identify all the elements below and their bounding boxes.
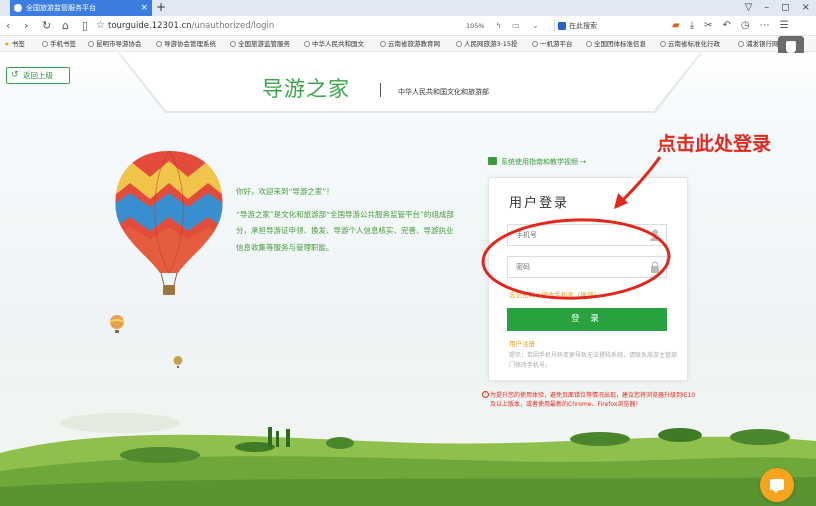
return-arrow-icon: ↺ (11, 70, 19, 80)
zoom-level[interactable]: 105% (466, 18, 485, 34)
forgot-password-link[interactable]: 忘记密码 | 修改手机号（换领） (509, 289, 600, 299)
welcome-text: 你好，欢迎来到“导游之家”！ “导游之家”是文化和旅游部“全国导游公共服务监管平… (236, 184, 460, 256)
login-card: 用户登录 忘记密码 | 修改手机号（换领） 登 录 用户注册 提示：若因手机号码… (488, 177, 688, 381)
shield-icon (786, 41, 796, 53)
bookmark-item[interactable]: 中华人民共和国文 (304, 37, 364, 51)
bookmark-item[interactable]: 昆明市导游协会 (88, 37, 142, 51)
site-title: 导游之家 (262, 77, 350, 101)
phone-icon (42, 41, 48, 47)
bookmark-item[interactable]: 一机游平台 (532, 37, 573, 51)
globe-icon (156, 41, 162, 47)
forward-icon[interactable]: › (24, 18, 28, 34)
tab-close-icon[interactable]: × (140, 0, 148, 16)
reader-icon[interactable]: ▯ (82, 18, 88, 34)
password-input[interactable] (516, 263, 646, 271)
minimize-button[interactable]: – (764, 0, 769, 16)
back-button[interactable]: ↺ 返回上级 (6, 67, 70, 84)
scissors-icon[interactable]: ✂ (704, 18, 712, 34)
home-icon[interactable]: ⌂ (62, 18, 69, 34)
browser-search-box[interactable]: 在此搜索 (554, 19, 658, 33)
phone-field[interactable] (507, 224, 667, 246)
user-icon (650, 229, 660, 241)
register-link[interactable]: 用户注册 (509, 338, 535, 348)
chat-icon (770, 479, 784, 493)
page-content: ↺ 返回上级 导游之家 中华人民共和国文化和旅游部 你好，欢迎来到“导游之家”！… (0, 53, 816, 506)
annotation-callout: 点击此处登录 (657, 133, 772, 155)
translate-icon[interactable]: ▭ (512, 18, 520, 34)
lightning-icon[interactable]: ϟ (496, 18, 501, 34)
window-menu-button[interactable]: ▽ (745, 0, 753, 16)
back-icon[interactable]: ‹ (6, 18, 10, 34)
lock-icon (651, 261, 659, 273)
globe-icon (88, 41, 94, 47)
chat-button[interactable] (760, 468, 794, 502)
guide-video-link[interactable]: 系统使用指南和教学视频 → (488, 157, 586, 167)
star-icon: ★ (4, 40, 10, 48)
browser-tab-active[interactable]: 全国旅游监管服务平台 × (10, 0, 152, 16)
reload-icon[interactable]: ↻ (42, 18, 51, 34)
address-bar[interactable]: tourguide.12301.cn/unauthorized/login (108, 18, 458, 34)
undo-icon[interactable]: ↶ (723, 18, 731, 34)
bookmark-item[interactable]: 云南省标准化行政 (660, 37, 720, 51)
download-icon[interactable]: ⤓ (690, 18, 694, 34)
favorite-star-icon[interactable]: ☆ (96, 18, 105, 34)
globe-icon (380, 41, 386, 47)
history-icon[interactable]: ◷ (741, 18, 750, 34)
bookmark-item[interactable]: 导游协会管理系统 (156, 37, 216, 51)
url-host: tourguide.12301.cn (108, 21, 192, 31)
bookmark-item[interactable]: 全国旅游监管服务 (230, 37, 290, 51)
book-icon (488, 157, 497, 165)
window-controls: ▽ – ◻ × (745, 0, 810, 16)
login-tip: 提示：若因手机号码变更导致无法登陆系统，请联系旅游主管部门修改手机号。 (509, 352, 678, 369)
landscape-image (0, 413, 816, 506)
welcome-body: “导游之家”是文化和旅游部“全国导游公共服务监管平台”的组成部分，承担导游证申领… (236, 209, 454, 252)
bookmark-item[interactable]: 浦发银行网 (738, 37, 779, 51)
search-placeholder: 在此搜索 (569, 22, 597, 30)
login-title: 用户登录 (509, 196, 570, 211)
dropdown-chevron-icon[interactable]: ⌄ (532, 18, 539, 34)
maximize-button[interactable]: ◻ (781, 0, 789, 16)
back-button-label: 返回上级 (23, 71, 53, 80)
globe-icon (738, 41, 744, 47)
welcome-greeting: 你好，欢迎来到“导游之家”！ (236, 187, 334, 196)
bookmark-item[interactable]: 手机书签 (42, 37, 76, 51)
site-favicon-icon (14, 4, 22, 12)
browser-toolbar: ‹ › ↻ ⌂ ▯ ☆ tourguide.12301.cn/unauthori… (0, 16, 816, 36)
globe-icon (532, 41, 538, 47)
login-button[interactable]: 登 录 (507, 308, 667, 331)
globe-icon (586, 41, 592, 47)
password-field[interactable] (507, 256, 667, 278)
globe-icon (230, 41, 236, 47)
bookmark-item[interactable]: ★ 书签 (4, 37, 25, 51)
tab-title: 全国旅游监管服务平台 (26, 4, 96, 12)
more-icon[interactable]: ⋯ (760, 18, 770, 34)
bookmark-item[interactable]: 人民网旅游3·15投 (456, 37, 517, 51)
close-window-button[interactable]: × (802, 0, 810, 16)
bookmark-item[interactable]: 云南省旅游教育网 (380, 37, 440, 51)
phone-input[interactable] (516, 231, 646, 239)
header-band (120, 53, 700, 111)
globe-icon (304, 41, 310, 47)
hot-air-balloon-image (115, 151, 223, 295)
toolbar-right-icons: ▰ ⤓ ✂ ↶ ◷ ⋯ ☰ (672, 18, 789, 34)
small-balloon-image (109, 315, 125, 333)
tiny-balloon-image (173, 356, 183, 368)
site-subtitle: 中华人民共和国文化和旅游部 (398, 88, 489, 96)
url-path: /unauthorized/login (191, 21, 275, 31)
new-tab-button[interactable]: + (156, 0, 166, 15)
guide-link-label: 系统使用指南和教学视频 → (501, 158, 587, 166)
search-engine-icon (558, 22, 566, 30)
bookmark-item[interactable]: 全国团体标准信息 (586, 37, 646, 51)
game-icon[interactable]: ▰ (672, 18, 680, 34)
title-divider (380, 83, 381, 97)
globe-icon (456, 41, 462, 47)
globe-icon (660, 41, 666, 47)
bookmarks-bar: ★ 书签 手机书签 昆明市导游协会 导游协会管理系统 全国旅游监管服务 中华人民… (0, 37, 816, 52)
browser-tab-bar: 全国旅游监管服务平台 × + ▽ – ◻ × (0, 0, 816, 16)
menu-icon[interactable]: ☰ (780, 18, 789, 34)
